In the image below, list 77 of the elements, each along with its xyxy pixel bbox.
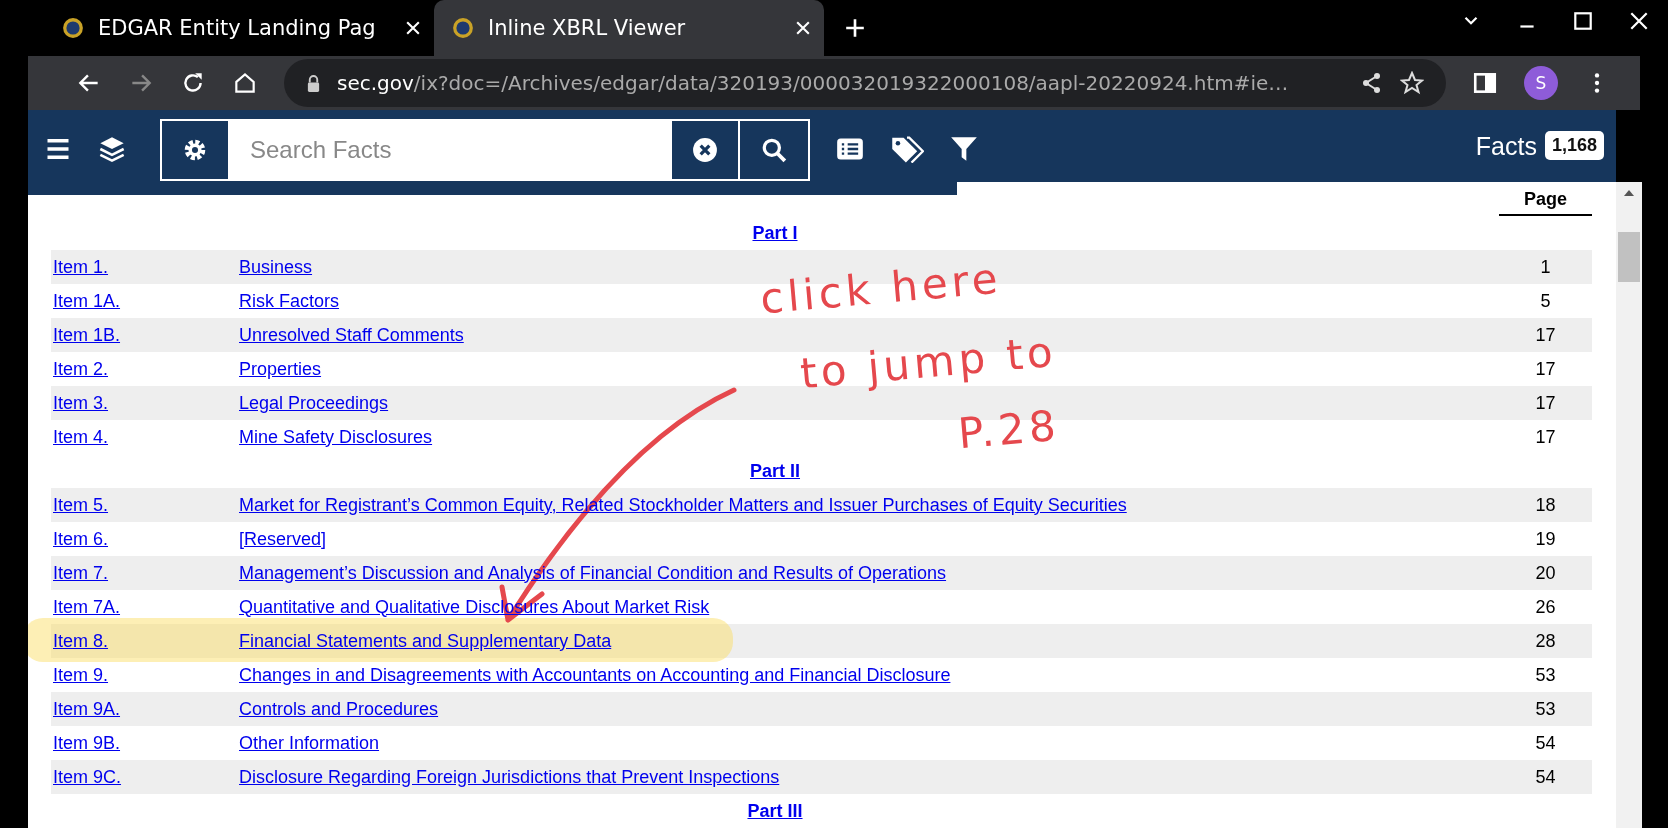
layers-icon[interactable] — [98, 135, 126, 163]
item-link[interactable]: Item 1B. — [53, 324, 121, 345]
page-number: 53 — [1535, 698, 1556, 719]
section-link[interactable]: Changes in and Disagreements with Accountants on Accounting and Financial Disclosure — [239, 664, 951, 685]
clear-icon — [692, 137, 718, 163]
part-link[interactable]: Part II — [750, 460, 800, 482]
item-link[interactable]: Item 9. — [53, 664, 109, 685]
close-icon[interactable] — [796, 21, 810, 35]
close-icon[interactable] — [1628, 10, 1650, 32]
item-link[interactable]: Item 1A. — [53, 290, 121, 311]
item-link[interactable]: Item 9B. — [53, 732, 121, 753]
section-link[interactable]: Business — [239, 256, 313, 277]
page-number: 17 — [1535, 358, 1556, 379]
plus-icon[interactable] — [844, 17, 866, 39]
browser-tab[interactable]: Inline XBRL Viewer — [434, 0, 824, 56]
section-link[interactable]: Disclosure Regarding Foreign Jurisdictions that Prevent Inspections — [239, 766, 780, 787]
page-number: 28 — [1535, 630, 1556, 651]
section-link[interactable]: Risk Factors — [239, 290, 339, 311]
page-number: 5 — [1540, 290, 1551, 311]
lock-icon — [306, 73, 321, 93]
item-link[interactable]: Item 9C. — [53, 766, 122, 787]
seal-icon — [62, 17, 84, 39]
handwritten-note: to jump to — [798, 328, 1059, 398]
section-link[interactable]: Unresolved Staff Comments — [239, 324, 464, 345]
url-text: sec.gov/ix?doc=/Archives/edgar/data/320193/000032019322000108/aapl-20220924.htm#ie… — [337, 71, 1290, 95]
address-bar[interactable]: sec.gov/ix?doc=/Archives/edgar/data/320193/000032019322000108/aapl-20220924.htm#ie… — [284, 59, 1446, 107]
part-link[interactable]: Part III — [747, 800, 803, 822]
scrollbar-thumb[interactable] — [1618, 232, 1640, 282]
profile-avatar[interactable]: S — [1524, 66, 1558, 100]
item-link[interactable]: Item 9A. — [53, 698, 121, 719]
section-link[interactable]: Controls and Procedures — [239, 698, 439, 719]
section-link[interactable]: Legal Proceedings — [239, 392, 389, 413]
item-link[interactable]: Item 8. — [53, 630, 109, 651]
page-number: 17 — [1535, 426, 1556, 447]
page-number: 54 — [1535, 732, 1556, 753]
browser-tab[interactable]: EDGAR Entity Landing Pag — [44, 0, 434, 56]
section-link[interactable]: Other Information — [239, 732, 380, 753]
item-link[interactable]: Item 4. — [53, 426, 109, 447]
item-link[interactable]: Item 3. — [53, 392, 109, 413]
page-number: 17 — [1535, 392, 1556, 413]
settings-icon — [182, 137, 208, 163]
tags-icon[interactable] — [890, 135, 924, 163]
section-link[interactable]: Financial Statements and Supplementary Data — [239, 630, 612, 651]
section-link[interactable]: Properties — [239, 358, 322, 379]
item-link[interactable]: Item 7. — [53, 562, 109, 583]
part-link[interactable]: Part I — [752, 222, 798, 244]
page-number: 53 — [1535, 664, 1556, 685]
page-number: 26 — [1535, 596, 1556, 617]
page-number: 1 — [1540, 256, 1551, 277]
page-number: 19 — [1535, 528, 1556, 549]
facts-count: 1,168 — [1544, 131, 1604, 160]
page-number: 17 — [1535, 324, 1556, 345]
item-link[interactable]: Item 1. — [53, 256, 109, 277]
page-number: 20 — [1535, 562, 1556, 583]
section-link[interactable]: Mine Safety Disclosures — [239, 426, 433, 447]
facts-label: Facts — [1475, 132, 1537, 161]
star-icon[interactable] — [1400, 71, 1424, 95]
page-number: 18 — [1535, 494, 1556, 515]
item-link[interactable]: Item 5. — [53, 494, 109, 515]
filter-icon[interactable] — [950, 135, 978, 163]
search-icon — [761, 137, 787, 163]
maximize-icon[interactable] — [1572, 10, 1594, 32]
side-panel-icon[interactable] — [1472, 70, 1498, 96]
seal-icon — [452, 17, 474, 39]
section-link[interactable]: [Reserved] — [239, 528, 327, 549]
item-link[interactable]: Item 7A. — [53, 596, 121, 617]
handwritten-note: P.28 — [956, 402, 1062, 458]
scrollbar[interactable] — [1616, 182, 1642, 828]
item-link[interactable]: Item 2. — [53, 358, 109, 379]
search-field[interactable]: Search Facts — [230, 121, 672, 179]
scroll-up-icon[interactable] — [1624, 190, 1634, 196]
handwritten-note: click here — [758, 255, 1004, 323]
close-icon[interactable] — [406, 21, 420, 35]
page-column-header: Page — [1499, 189, 1592, 216]
item-link[interactable]: Item 6. — [53, 528, 109, 549]
home-icon[interactable] — [232, 70, 258, 96]
page-number: 54 — [1535, 766, 1556, 787]
